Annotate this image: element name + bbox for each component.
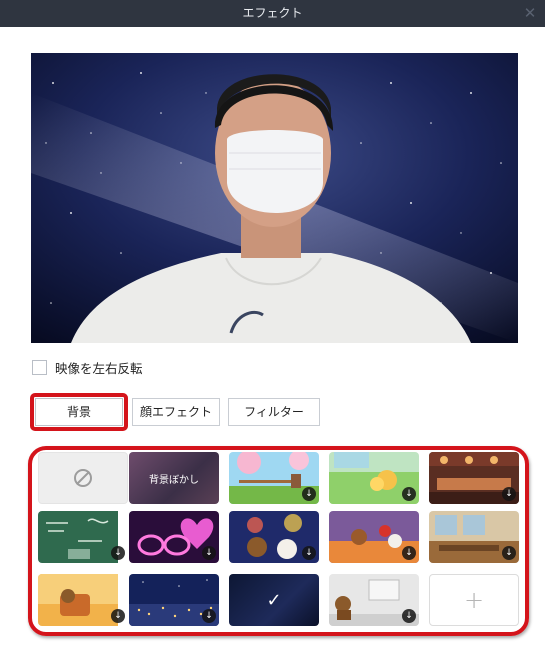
download-icon: ↓ <box>402 546 416 560</box>
download-icon: ↓ <box>502 546 516 560</box>
background-tile[interactable]: ↓ <box>429 452 519 504</box>
mirror-label: 映像を左右反転 <box>55 360 143 376</box>
tab-background[interactable]: 背景 <box>35 398 123 426</box>
download-icon: ↓ <box>111 546 125 560</box>
background-none-tile[interactable] <box>38 452 128 504</box>
blur-label: 背景ぼかし <box>149 474 199 486</box>
background-tile[interactable]: ↓ <box>38 511 128 563</box>
check-icon: ✓ <box>266 589 282 611</box>
background-tile[interactable]: ↓ <box>129 511 219 563</box>
background-tile[interactable]: ↓ <box>229 511 319 563</box>
mirror-checkbox[interactable] <box>32 359 47 375</box>
download-icon: ↓ <box>202 546 216 560</box>
download-icon: ↓ <box>302 487 316 501</box>
background-tile[interactable]: ↓ <box>38 574 128 626</box>
background-tile[interactable]: ↓ <box>129 574 219 626</box>
tab-face-effect[interactable]: 顔エフェクト <box>132 398 220 426</box>
background-blur-tile[interactable]: 背景ぼかし <box>129 452 219 504</box>
download-icon: ↓ <box>502 487 516 501</box>
background-tile[interactable]: ↓ <box>329 574 419 626</box>
mirror-toggle[interactable]: 映像を左右反転 <box>32 358 143 376</box>
title-bar: エフェクト ✕ <box>0 0 545 27</box>
camera-preview <box>31 53 518 343</box>
download-icon: ↓ <box>302 546 316 560</box>
background-tile[interactable]: ↓ <box>229 452 319 504</box>
download-icon: ↓ <box>402 609 416 623</box>
add-background-tile[interactable]: + <box>429 574 519 626</box>
background-tile[interactable]: ↓ <box>329 511 419 563</box>
download-icon: ↓ <box>111 609 125 623</box>
none-icon <box>74 469 92 487</box>
tab-filter[interactable]: フィルター <box>228 398 320 426</box>
background-tile[interactable]: ↓ <box>329 452 419 504</box>
download-icon: ↓ <box>202 609 216 623</box>
plus-icon: + <box>463 586 485 614</box>
background-tile-selected[interactable]: ✓ <box>229 574 319 626</box>
close-icon[interactable]: ✕ <box>521 4 539 22</box>
background-tile[interactable]: ↓ <box>429 511 519 563</box>
download-icon: ↓ <box>402 487 416 501</box>
window-title: エフェクト <box>242 6 303 20</box>
